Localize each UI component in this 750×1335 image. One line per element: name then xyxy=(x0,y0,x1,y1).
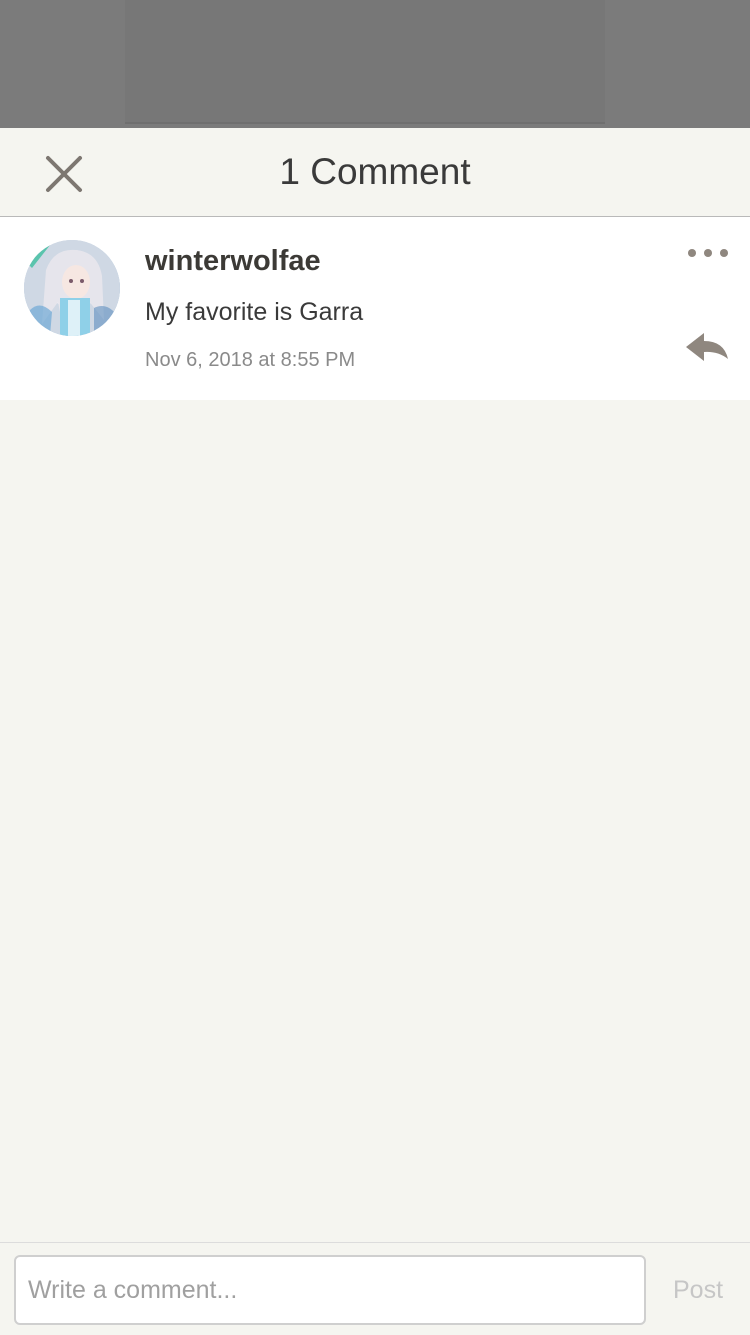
comments-count-title: 1 Comment xyxy=(279,151,471,192)
comment-timestamp: Nov 6, 2018 at 8:55 PM xyxy=(145,349,356,371)
more-options-button[interactable] xyxy=(684,243,732,263)
user-avatar[interactable] xyxy=(24,240,120,336)
comment-username[interactable]: winterwolfae xyxy=(145,245,321,278)
comments-header: 1 Comment xyxy=(0,128,750,217)
comment-input[interactable] xyxy=(14,1255,646,1325)
background-post-card xyxy=(125,0,605,124)
reply-button[interactable] xyxy=(684,329,732,365)
comment-composer: Post xyxy=(0,1242,750,1335)
comment-item: winterwolfae My favorite is Garra Nov 6,… xyxy=(0,217,750,400)
background-overlay[interactable] xyxy=(0,0,750,128)
reply-arrow-icon xyxy=(686,333,728,361)
post-button[interactable]: Post xyxy=(650,1255,746,1325)
avatar-image xyxy=(24,240,120,336)
more-dots-icon xyxy=(688,249,728,257)
comment-text: My favorite is Garra xyxy=(145,298,364,326)
comments-sheet: 1 Comment winterwolfae My favorite is Ga… xyxy=(0,128,750,1334)
